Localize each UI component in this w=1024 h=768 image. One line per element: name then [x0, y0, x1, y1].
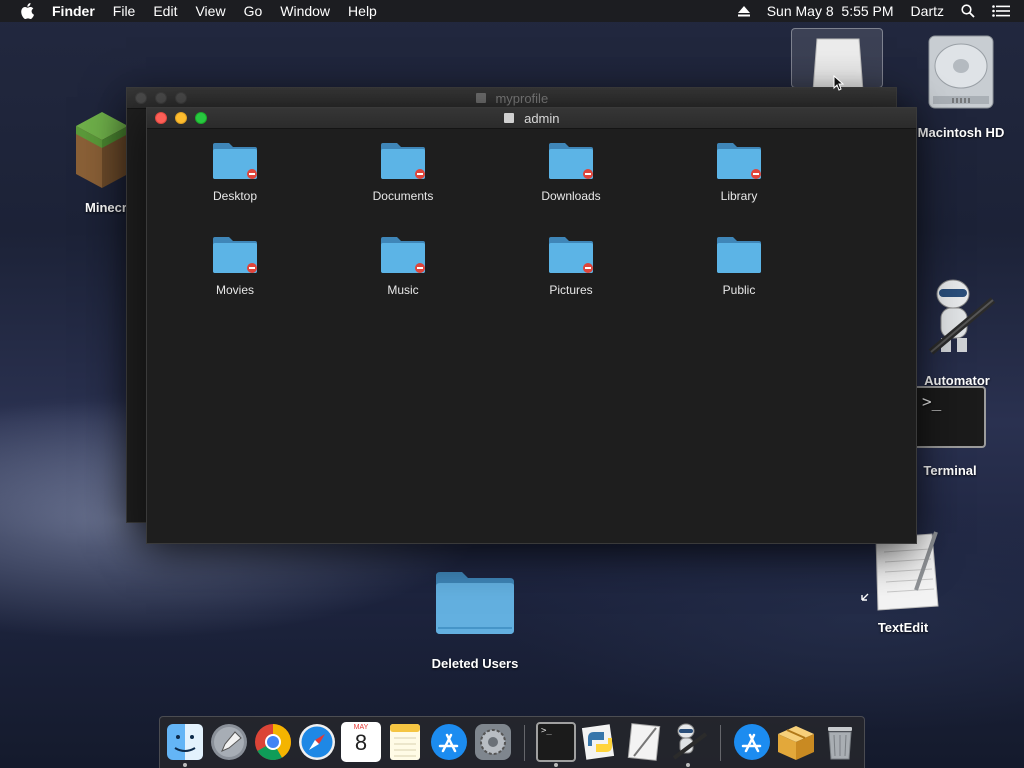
python-launcher-icon[interactable]	[580, 722, 620, 762]
drive-title-icon	[475, 93, 486, 103]
restricted-folder-icon	[381, 237, 425, 273]
terminal-prompt-text: >_	[541, 726, 552, 736]
folder-pictures[interactable]: Pictures	[511, 235, 631, 297]
restricted-folder-icon	[549, 143, 593, 179]
textedit-label: TextEdit	[877, 620, 929, 635]
eject-icon[interactable]	[737, 5, 750, 17]
hard-drive-icon	[928, 35, 994, 109]
menubar-clock[interactable]: Sun May 8 5:55 PM	[767, 3, 894, 19]
folder-documents[interactable]: Documents	[343, 141, 463, 203]
notification-center-icon[interactable]	[992, 5, 1010, 17]
desktop-textedit[interactable]: TextEdit	[858, 528, 948, 635]
folder-movies[interactable]: Movies	[175, 235, 295, 297]
restricted-folder-icon	[213, 237, 257, 273]
calendar-day: 8	[354, 730, 368, 755]
safari-icon[interactable]	[297, 722, 337, 762]
folder-label: Music	[387, 283, 419, 297]
restricted-folder-icon	[549, 237, 593, 273]
menu-view[interactable]: View	[195, 3, 225, 19]
dock-separator	[720, 725, 721, 761]
running-indicator	[183, 763, 187, 767]
desktop-deleted-users-folder[interactable]: Deleted Users	[420, 570, 530, 671]
automator-robot-icon	[928, 279, 996, 355]
dock-separator	[524, 725, 525, 761]
finder-window-admin[interactable]: admin Desktop Documents Downloads Librar…	[146, 107, 917, 544]
folder-icon	[436, 572, 514, 634]
running-indicator	[554, 763, 558, 767]
folder-icon	[717, 237, 761, 273]
terminal-app-icon: >_	[912, 386, 986, 448]
window-title: admin	[524, 111, 560, 126]
script-editor-icon[interactable]	[624, 722, 664, 762]
folder-label: Desktop	[212, 189, 258, 203]
restricted-folder-icon	[213, 143, 257, 179]
menu-finder[interactable]: Finder	[52, 3, 95, 19]
terminal-prompt-text: >_	[922, 392, 942, 411]
desktop-macintosh-hd[interactable]: Macintosh HD	[906, 30, 1016, 140]
mouse-pointer-icon	[833, 75, 845, 91]
trash-icon[interactable]	[820, 722, 860, 762]
menu-window[interactable]: Window	[280, 3, 330, 19]
macintosh-hd-label: Macintosh HD	[917, 125, 1005, 140]
menu-bar: Finder File Edit View Go Window Help Sun…	[0, 0, 1024, 22]
menu-go[interactable]: Go	[244, 3, 263, 19]
folder-label: Library	[720, 189, 758, 203]
desktop-automator[interactable]: Automator	[912, 276, 1002, 388]
chrome-icon[interactable]	[253, 722, 293, 762]
folder-music[interactable]: Music	[343, 235, 463, 297]
terminal-label: Terminal	[923, 463, 977, 478]
apple-menu-icon[interactable]	[20, 3, 34, 19]
menubar-user[interactable]: Dartz	[911, 3, 944, 19]
folder-label: Movies	[215, 283, 254, 297]
notes-icon[interactable]	[385, 722, 425, 762]
menu-help[interactable]: Help	[348, 3, 377, 19]
app-store-downloads-icon[interactable]	[732, 722, 772, 762]
automator-icon[interactable]	[668, 722, 708, 762]
folder-label: Public	[722, 283, 756, 297]
running-indicator	[686, 763, 690, 767]
menu-edit[interactable]: Edit	[153, 3, 177, 19]
folder-label: Pictures	[549, 283, 593, 297]
folder-library[interactable]: Library	[679, 141, 799, 203]
restricted-folder-icon	[717, 143, 761, 179]
drive-title-icon	[504, 113, 515, 123]
minecraft-grass-block-icon	[76, 112, 128, 188]
spotlight-search-icon[interactable]	[961, 4, 975, 18]
folder-public[interactable]: Public	[679, 235, 799, 297]
window-title: myprofile	[495, 91, 549, 106]
titlebar-admin[interactable]: admin	[147, 108, 916, 129]
titlebar-myprofile[interactable]: myprofile	[127, 88, 896, 109]
desktop-minecraft[interactable]: Minecr	[74, 108, 134, 215]
folder-label: Documents	[372, 189, 434, 203]
folder-label: Downloads	[541, 189, 601, 203]
launchpad-icon[interactable]	[209, 722, 249, 762]
menu-file[interactable]: File	[113, 3, 136, 19]
terminal-icon[interactable]: >_	[536, 722, 576, 762]
app-store-icon[interactable]	[429, 722, 469, 762]
dock: MAY 8 >_	[159, 716, 865, 768]
system-preferences-icon[interactable]	[473, 722, 513, 762]
desktop-terminal[interactable]: >_ Terminal	[912, 386, 988, 478]
deleted-users-label: Deleted Users	[431, 656, 519, 671]
finder-icon[interactable]	[165, 722, 205, 762]
folder-desktop[interactable]: Desktop	[175, 141, 295, 203]
calendar-icon[interactable]: MAY 8	[341, 722, 381, 762]
installer-icon[interactable]	[776, 722, 816, 762]
restricted-folder-icon	[381, 143, 425, 179]
folder-downloads[interactable]: Downloads	[511, 141, 631, 203]
